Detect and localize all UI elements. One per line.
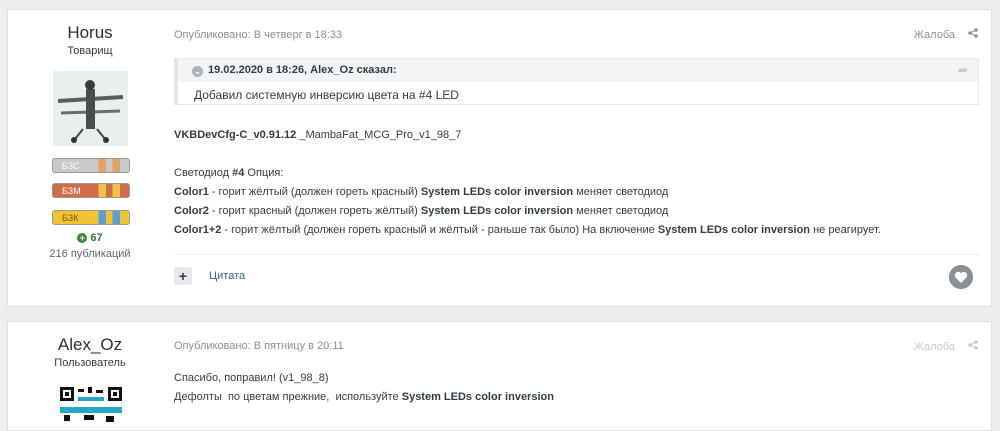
quote-citation: 19.02.2020 в 18:26, Alex_Oz сказал:: [208, 64, 397, 76]
content-line: Светодиод #4 Опция:: [174, 167, 284, 179]
reputation-value: 67: [90, 232, 103, 244]
avatar[interactable]: [53, 71, 128, 146]
badge: БЗС: [52, 158, 130, 173]
quote-block: ⌄ 19.02.2020 в 18:26, Alex_Oz сказал: ➦ Д…: [174, 58, 979, 105]
divider: [174, 254, 980, 255]
collapse-icon[interactable]: ⌄: [192, 66, 203, 77]
author-rank: Товарищ: [67, 45, 113, 57]
report-link[interactable]: Жалоба: [914, 29, 955, 41]
posts-count: 216 публикаций: [49, 248, 131, 260]
content-line: Спасибо, поправил! (v1_98_8): [174, 372, 329, 384]
share-icon[interactable]: [968, 28, 978, 38]
quote-button[interactable]: Цитата: [209, 270, 245, 282]
post-date[interactable]: Опубликовано: В пятницу в 20:11: [174, 340, 344, 352]
content-line: Дефолты по цветам прежние, используйте S…: [174, 391, 554, 403]
badge: БЗМ: [52, 183, 130, 198]
reputation: +67: [8, 232, 172, 244]
author-name[interactable]: Alex_Oz: [8, 335, 172, 355]
content-line: Color2 - горит красный (должен гореть жё…: [174, 205, 669, 217]
post-date[interactable]: Опубликовано: В четверг в 18:33: [174, 29, 342, 41]
avatar[interactable]: [54, 385, 128, 425]
content-line: VKBDevCfg-C_v0.91.12 _MambaFat_MCG_Pro_v…: [174, 129, 462, 141]
author-name[interactable]: Horus: [8, 23, 172, 43]
quote-link-icon[interactable]: ➦: [958, 59, 968, 82]
post: Alex_Oz Пользователь Опубликовано: В пят…: [7, 321, 992, 431]
author-rank: Пользователь: [54, 357, 126, 369]
author-panel: Alex_Oz Пользователь: [8, 322, 172, 430]
quote-body: Добавил системную инверсию цвета на #4 L…: [194, 88, 459, 102]
author-panel: Horus Товарищ БЗС БЗМ БЗК +67 216 публик…: [8, 10, 172, 306]
plus-circle-icon: +: [77, 233, 88, 244]
post-content: VKBDevCfg-C_v0.91.12 _MambaFat_MCG_Pro_v…: [174, 126, 881, 240]
quote-header: ⌄ 19.02.2020 в 18:26, Alex_Oz сказал: ➦: [178, 59, 978, 82]
multiquote-button[interactable]: +: [174, 267, 192, 285]
badge: БЗК: [52, 210, 130, 225]
share-icon[interactable]: [968, 340, 978, 350]
content-line: Color1+2 - горит жёлтый (должен гореть к…: [174, 224, 881, 236]
report-link[interactable]: Жалоба: [914, 341, 955, 353]
post: Horus Товарищ БЗС БЗМ БЗК +67 216 публик…: [7, 9, 992, 307]
like-heart-icon[interactable]: [949, 265, 973, 289]
content-line: Color1 - горит жёлтый (должен гореть кра…: [174, 186, 669, 198]
post-content: Спасибо, поправил! (v1_98_8) Дефолты по …: [174, 369, 554, 407]
